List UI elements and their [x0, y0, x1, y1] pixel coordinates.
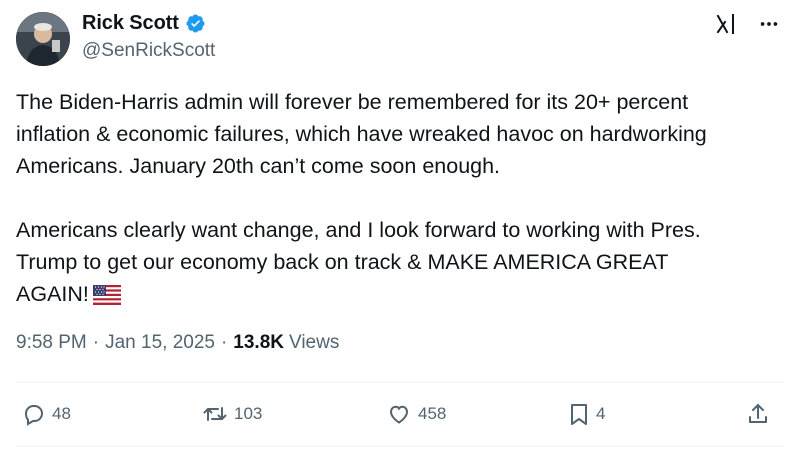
share-button[interactable]	[746, 400, 770, 428]
heart-icon	[389, 405, 409, 424]
repost-button[interactable]: 103	[202, 400, 262, 428]
tweet-text-line: Trump to get our economy back on track &…	[16, 250, 669, 274]
views-count: 13.8K	[233, 332, 284, 353]
divider	[16, 382, 784, 383]
reply-count: 48	[52, 404, 71, 423]
tweet-text-line: Americans clearly want change, and I loo…	[16, 218, 701, 242]
tweet-meta: 9:58 PM · Jan 15, 2025 · 13.8K Views	[16, 332, 339, 354]
display-name[interactable]: Rick Scott	[82, 12, 179, 35]
top-actions	[714, 12, 780, 36]
repost-icon	[203, 407, 227, 421]
avatar[interactable]	[16, 12, 70, 66]
bookmark-button[interactable]: 4	[568, 400, 605, 428]
meta-separator: ·	[92, 332, 100, 353]
tweet-text: The Biden-Harris admin will forever be r…	[16, 86, 786, 314]
tweet-card: Rick Scott @SenRickScott The Biden-Harri…	[0, 0, 800, 452]
like-count: 458	[418, 404, 447, 423]
repost-count: 103	[234, 404, 263, 423]
grok-icon[interactable]	[714, 12, 738, 36]
tweet-text-line-last: AGAIN!	[16, 278, 786, 314]
reply-icon	[24, 405, 44, 426]
tweet-date[interactable]: Jan 15, 2025	[105, 332, 215, 354]
more-icon[interactable]	[758, 13, 780, 35]
share-icon	[749, 404, 767, 423]
tweet-text-line: AGAIN!	[16, 282, 89, 306]
meta-separator: ·	[220, 332, 228, 353]
tweet-text-line: inflation & economic failures, which hav…	[16, 122, 707, 146]
tweet-text-line: The Biden-Harris admin will forever be r…	[16, 90, 689, 114]
reply-button[interactable]: 48	[22, 400, 71, 428]
avatar-image	[16, 12, 70, 66]
bookmark-icon	[571, 404, 587, 425]
tweet-text-line: Americans. January 20th can’t come soon …	[16, 154, 501, 178]
bookmark-count: 4	[596, 404, 606, 423]
divider	[16, 446, 784, 447]
verified-badge-icon	[185, 13, 206, 34]
like-button[interactable]: 458	[386, 400, 446, 428]
author-handle[interactable]: @SenRickScott	[82, 40, 215, 62]
us-flag-emoji	[92, 282, 121, 314]
views-label: Views	[289, 332, 340, 353]
tweet-time[interactable]: 9:58 PM	[16, 332, 87, 354]
author-name-row[interactable]: Rick Scott	[82, 12, 206, 35]
